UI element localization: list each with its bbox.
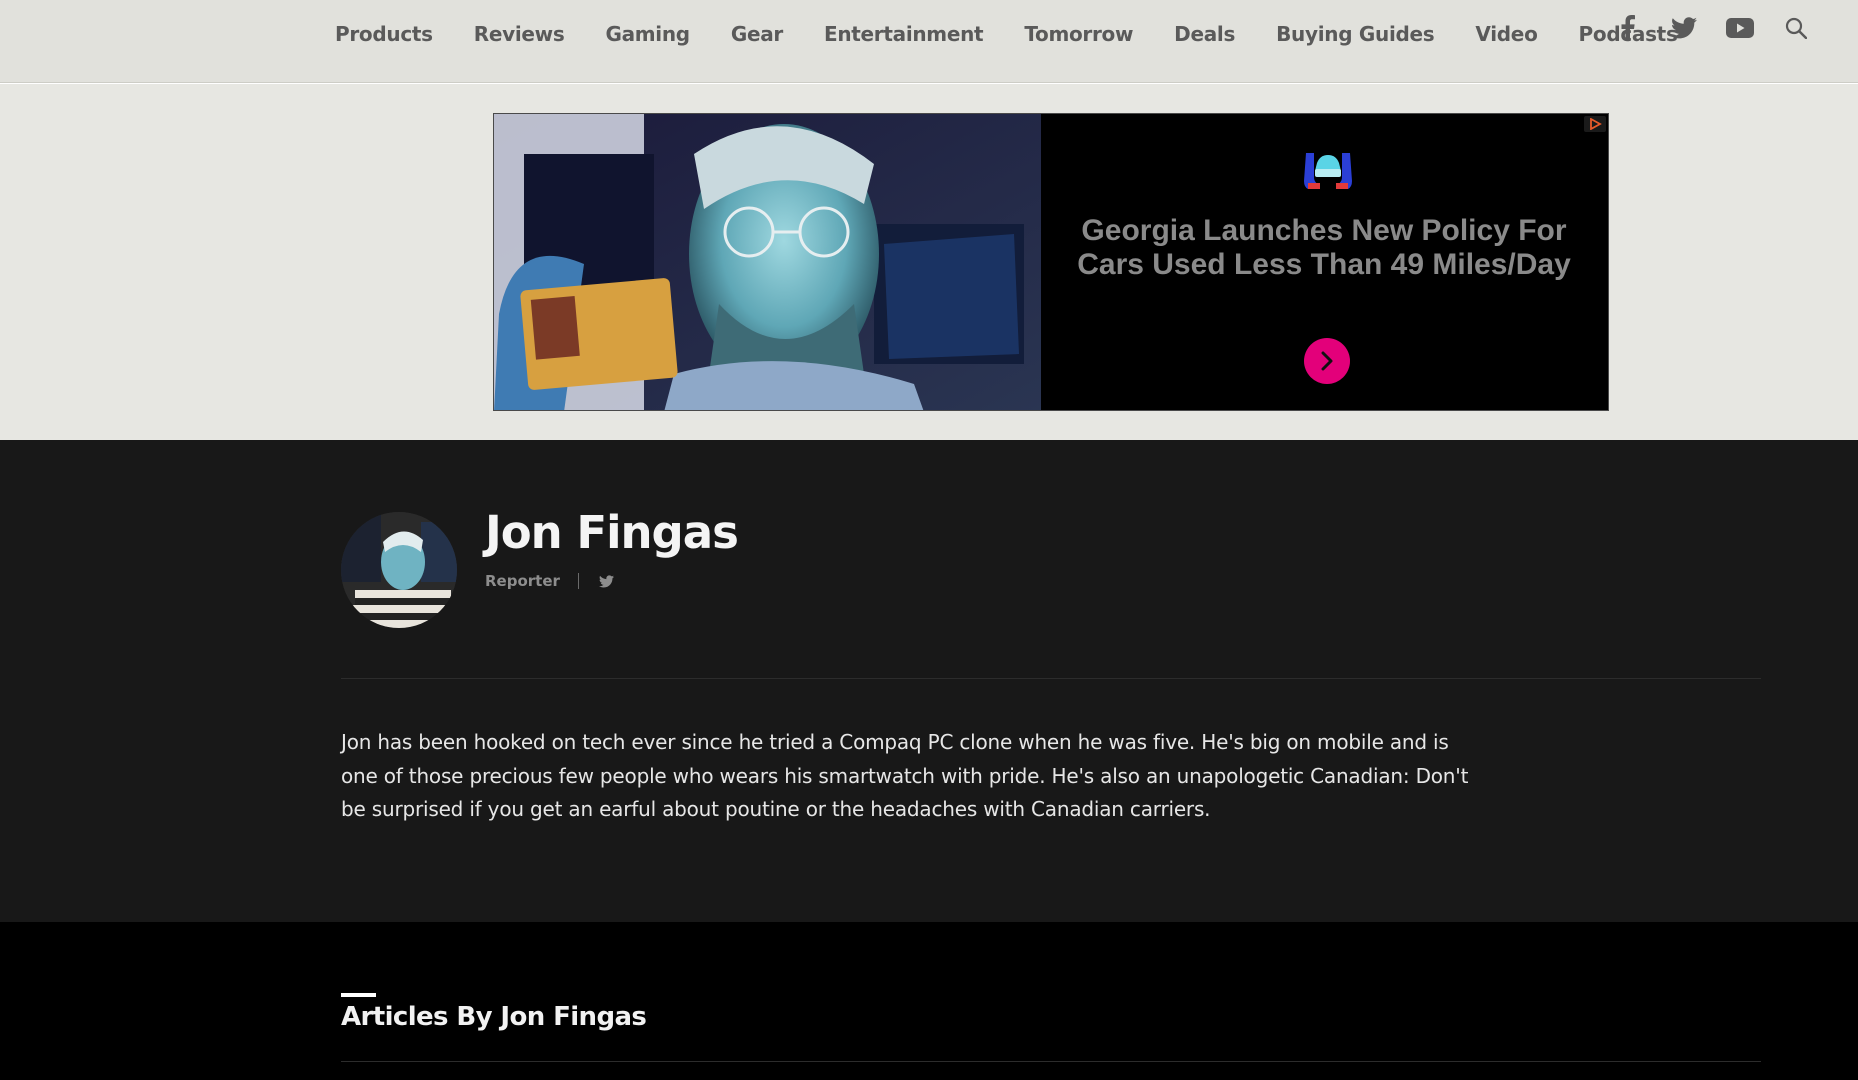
nav-link-gaming[interactable]: Gaming	[605, 22, 690, 46]
car-insurance-logo-icon	[1302, 147, 1354, 196]
nav-link-products[interactable]: Products	[335, 22, 433, 46]
nav-link-gear[interactable]: Gear	[731, 22, 783, 46]
section-divider	[341, 1061, 1761, 1062]
top-navigation: Products Reviews Gaming Gear Entertainme…	[0, 0, 1858, 83]
advertisement[interactable]: Georgia Launches New Policy For Cars Use…	[493, 113, 1609, 411]
author-profile: Jon Fingas Reporter Jon has been hooked …	[0, 440, 1858, 922]
author-role: Reporter	[485, 572, 560, 590]
author-bio: Jon has been hooked on tech ever since h…	[341, 730, 1469, 821]
twitter-icon[interactable]	[1670, 14, 1698, 42]
author-name: Jon Fingas	[485, 506, 739, 559]
youtube-icon[interactable]	[1726, 14, 1754, 42]
avatar	[341, 512, 457, 628]
nav-link-entertainment[interactable]: Entertainment	[824, 22, 984, 46]
articles-section: Articles By Jon Fingas	[0, 922, 1858, 1080]
meta-divider	[577, 573, 579, 589]
search-icon[interactable]	[1782, 14, 1810, 42]
section-divider	[341, 678, 1761, 679]
articles-heading: Articles By Jon Fingas	[341, 1002, 647, 1032]
nav-link-video[interactable]: Video	[1475, 22, 1537, 46]
author-meta: Reporter	[485, 572, 614, 590]
ad-headline[interactable]: Georgia Launches New Policy For Cars Use…	[1064, 214, 1584, 282]
chevron-right-icon[interactable]	[1304, 338, 1350, 384]
social-icons	[1614, 14, 1810, 42]
nav-link-reviews[interactable]: Reviews	[474, 22, 565, 46]
heading-accent-bar	[341, 993, 376, 997]
nav-link-tomorrow[interactable]: Tomorrow	[1024, 22, 1133, 46]
primary-nav: Products Reviews Gaming Gear Entertainme…	[335, 0, 1719, 68]
nav-link-deals[interactable]: Deals	[1174, 22, 1235, 46]
facebook-icon[interactable]	[1614, 14, 1642, 42]
nav-link-buying-guides[interactable]: Buying Guides	[1276, 22, 1435, 46]
ad-choices-icon[interactable]	[1584, 116, 1606, 132]
ad-photo	[494, 114, 1041, 410]
twitter-icon[interactable]	[598, 574, 614, 588]
